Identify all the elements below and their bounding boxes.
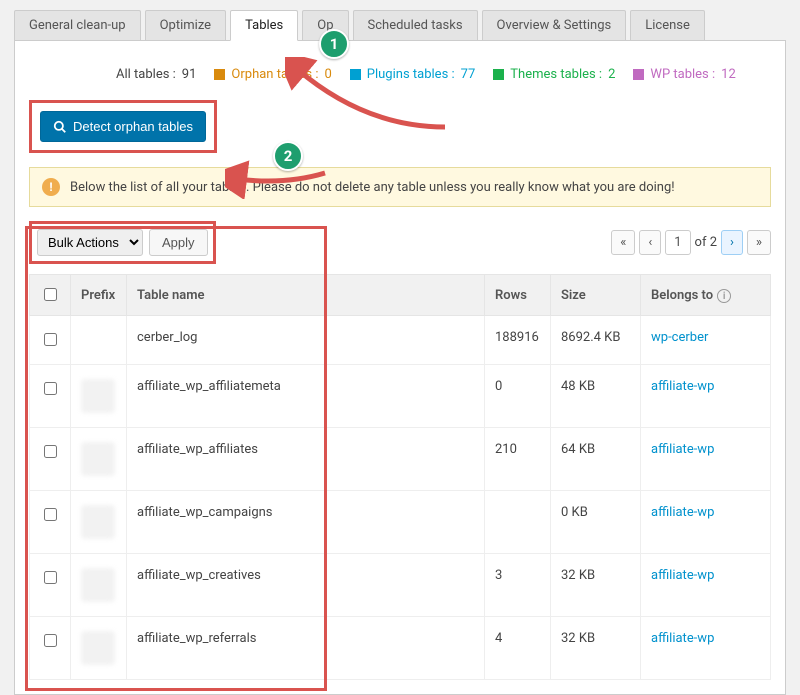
swatch-icon <box>493 69 504 80</box>
filter-count: 91 <box>182 67 197 82</box>
cell-rows <box>485 491 551 554</box>
page-next[interactable]: › <box>721 230 743 255</box>
tab-optimize[interactable]: Optimize <box>145 10 226 41</box>
cell-belongs-link[interactable]: wp-cerber <box>651 330 708 345</box>
select-all-checkbox[interactable] <box>44 288 57 301</box>
filter-count: 2 <box>608 67 615 82</box>
filter-label: WP tables : <box>650 67 715 82</box>
prefix-blur <box>81 379 115 413</box>
cell-rows: 210 <box>485 428 551 491</box>
col-belongs[interactable]: Belongs toi <box>641 275 771 316</box>
filter-count: 0 <box>324 67 331 82</box>
table-row: cerber_log1889168692.4 KB wp-cerber <box>30 316 771 365</box>
col-prefix[interactable]: Prefix <box>71 275 127 316</box>
cell-rows: 188916 <box>485 316 551 365</box>
cell-size: 8692.4 KB <box>551 316 641 365</box>
cell-rows: 0 <box>485 365 551 428</box>
tab-overview-settings[interactable]: Overview & Settings <box>482 10 627 41</box>
row-checkbox[interactable] <box>44 382 57 395</box>
highlight-detect-button: Detect orphan tables <box>29 100 217 153</box>
cell-name: affiliate_wp_referrals <box>127 617 485 680</box>
page-current[interactable]: 1 <box>665 230 690 255</box>
cell-name: affiliate_wp_creatives <box>127 554 485 617</box>
tab-scheduled[interactable]: Scheduled tasks <box>353 10 478 41</box>
swatch-icon <box>214 69 225 80</box>
info-icon[interactable]: i <box>717 289 731 303</box>
swatch-icon <box>350 69 361 80</box>
cell-name: affiliate_wp_campaigns <box>127 491 485 554</box>
cell-belongs-link[interactable]: affiliate-wp <box>651 505 714 520</box>
cell-size: 48 KB <box>551 365 641 428</box>
filter-bar: All tables : 91 Orphan tables : 0 Plugin… <box>99 67 771 82</box>
warning-icon: ! <box>42 178 60 196</box>
table-toolbar: Bulk Actions Apply « ‹ 1 of 2 › » <box>29 221 771 264</box>
filter-label: Themes tables : <box>510 67 602 82</box>
detect-button-label: Detect orphan tables <box>73 119 193 134</box>
cell-rows: 4 <box>485 617 551 680</box>
apply-button[interactable]: Apply <box>149 229 208 256</box>
row-checkbox[interactable] <box>44 571 57 584</box>
swatch-icon <box>633 69 644 80</box>
panel-tables: All tables : 91 Orphan tables : 0 Plugin… <box>14 40 786 695</box>
tables-grid: Prefix Table name Rows Size Belongs toi … <box>29 274 771 680</box>
cell-name: affiliate_wp_affiliates <box>127 428 485 491</box>
warning-alert: ! Below the list of all your tables. Ple… <box>29 167 771 207</box>
callout-badge-2: 2 <box>273 141 303 171</box>
cell-size: 0 KB <box>551 491 641 554</box>
table-row: affiliate_wp_referrals432 KB affiliate-wp <box>30 617 771 680</box>
filter-label: Orphan tables : <box>231 67 318 82</box>
cell-size: 64 KB <box>551 428 641 491</box>
cell-belongs-link[interactable]: affiliate-wp <box>651 379 714 394</box>
page-last[interactable]: » <box>747 230 771 255</box>
callout-badge-1: 1 <box>319 29 349 59</box>
pagination: « ‹ 1 of 2 › » <box>611 230 771 255</box>
prefix-blur <box>81 442 115 476</box>
filter-plugins[interactable]: Plugins tables : 77 <box>350 67 476 82</box>
table-row: affiliate_wp_campaigns 0 KB affiliate-wp <box>30 491 771 554</box>
cell-size: 32 KB <box>551 554 641 617</box>
highlight-bulk-actions: Bulk Actions Apply <box>29 221 216 264</box>
filter-label: All tables : <box>116 67 176 82</box>
cell-belongs-link[interactable]: affiliate-wp <box>651 442 714 457</box>
table-row: affiliate_wp_affiliates21064 KB affiliate… <box>30 428 771 491</box>
cell-rows: 3 <box>485 554 551 617</box>
warning-text: Below the list of all your tables. Pleas… <box>70 180 675 195</box>
prefix-blur <box>81 631 115 665</box>
page-prev[interactable]: ‹ <box>639 230 661 255</box>
filter-label: Plugins tables : <box>367 67 455 82</box>
row-checkbox[interactable] <box>44 634 57 647</box>
tab-tables[interactable]: Tables <box>230 10 298 41</box>
row-checkbox[interactable] <box>44 508 57 521</box>
prefix-blur <box>81 568 115 602</box>
cell-belongs-link[interactable]: affiliate-wp <box>651 568 714 583</box>
col-rows[interactable]: Rows <box>485 275 551 316</box>
filter-count: 77 <box>461 67 476 82</box>
table-row: affiliate_wp_affiliatemeta048 KB affiliat… <box>30 365 771 428</box>
row-checkbox[interactable] <box>44 445 57 458</box>
tab-general-cleanup[interactable]: General clean-up <box>14 10 141 41</box>
cell-belongs-link[interactable]: affiliate-wp <box>651 631 714 646</box>
tabs-bar: General clean-up Optimize Tables Op Sche… <box>14 10 786 41</box>
cell-name: affiliate_wp_affiliatemeta <box>127 365 485 428</box>
filter-all[interactable]: All tables : 91 <box>99 67 196 82</box>
cell-name: cerber_log <box>127 316 485 365</box>
filter-orphan[interactable]: Orphan tables : 0 <box>214 67 331 82</box>
filter-count: 12 <box>721 67 736 82</box>
swatch-icon <box>99 69 110 80</box>
cell-size: 32 KB <box>551 617 641 680</box>
page-of: of 2 <box>695 235 717 250</box>
col-name[interactable]: Table name <box>127 275 485 316</box>
filter-wp[interactable]: WP tables : 12 <box>633 67 735 82</box>
prefix-blur <box>81 505 115 539</box>
bulk-actions-select[interactable]: Bulk Actions <box>37 229 143 256</box>
row-checkbox[interactable] <box>44 333 57 346</box>
tab-license[interactable]: License <box>630 10 705 41</box>
filter-themes[interactable]: Themes tables : 2 <box>493 67 615 82</box>
page-first[interactable]: « <box>611 230 635 255</box>
table-row: affiliate_wp_creatives332 KB affiliate-wp <box>30 554 771 617</box>
col-size[interactable]: Size <box>551 275 641 316</box>
search-icon <box>53 120 67 134</box>
detect-orphan-button[interactable]: Detect orphan tables <box>40 111 206 142</box>
